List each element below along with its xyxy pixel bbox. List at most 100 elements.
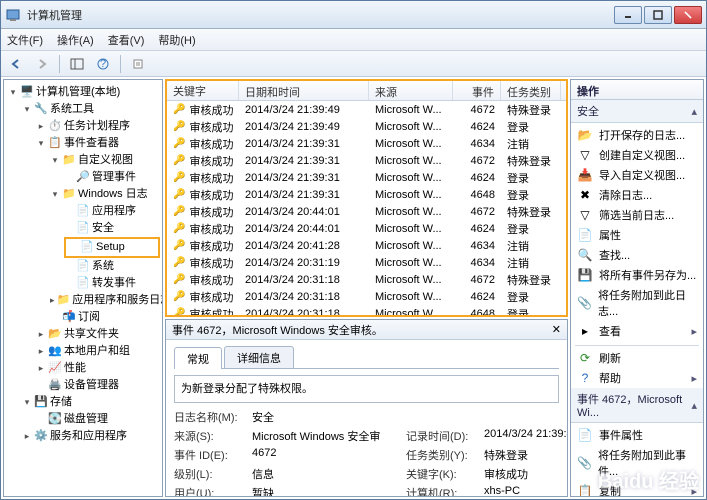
col-keyword[interactable]: 关键字 [167, 81, 239, 100]
tree-scheduler[interactable]: ▸⏱️任务计划程序 [36, 118, 160, 135]
tree-devmgr[interactable]: 🖨️设备管理器 [36, 377, 160, 394]
maximize-button[interactable] [644, 6, 672, 24]
key-icon: 🔑 [173, 189, 185, 200]
action-help[interactable]: ?帮助▸ [571, 368, 703, 388]
refresh-icon: ⟳ [577, 350, 593, 366]
menu-view[interactable]: 查看(V) [108, 32, 145, 48]
menu-file[interactable]: 文件(F) [7, 32, 43, 48]
action-icon: ▽ [577, 147, 593, 163]
tree-services[interactable]: ▸⚙️服务和应用程序 [22, 428, 160, 445]
detail-tabs: 常规 详细信息 [174, 346, 559, 369]
table-row[interactable]: 🔑审核成功2014/3/24 20:44:01Microsoft W...462… [167, 220, 566, 237]
menu-help[interactable]: 帮助(H) [158, 32, 195, 48]
action-item[interactable]: 📎将任务附加到此日志... [571, 285, 703, 321]
table-row[interactable]: 🔑审核成功2014/3/24 20:31:18Microsoft W...464… [167, 305, 566, 315]
action-item[interactable]: ▸查看▸ [571, 321, 703, 341]
table-row[interactable]: 🔑审核成功2014/3/24 21:39:31Microsoft W...462… [167, 169, 566, 186]
table-row[interactable]: 🔑审核成功2014/3/24 21:39:49Microsoft W...467… [167, 101, 566, 118]
show-hide-button[interactable] [66, 54, 88, 74]
event-list: 关键字 日期和时间 来源 事件 ID 任务类别 🔑审核成功2014/3/24 2… [165, 79, 568, 317]
minimize-button[interactable] [614, 6, 642, 24]
key-icon: 🔑 [173, 138, 185, 149]
center-panel: 关键字 日期和时间 来源 事件 ID 任务类别 🔑审核成功2014/3/24 2… [165, 79, 568, 497]
table-row[interactable]: 🔑审核成功2014/3/24 20:31:19Microsoft W...463… [167, 254, 566, 271]
action-item[interactable]: ▽筛选当前日志... [571, 205, 703, 225]
tree-root[interactable]: ▾🖥️计算机管理(本地) [8, 84, 160, 101]
action-item[interactable]: 💾将所有事件另存为... [571, 265, 703, 285]
action-icon: 💾 [577, 267, 593, 283]
action-group-event[interactable]: 事件 4672，Microsoft Wi...▴ [571, 388, 703, 423]
tree-subscriptions[interactable]: 📬订阅 [50, 309, 160, 326]
key-icon: 🔑 [173, 257, 185, 268]
table-row[interactable]: 🔑审核成功2014/3/24 20:44:01Microsoft W...467… [167, 203, 566, 220]
action-item[interactable]: 📄属性 [571, 225, 703, 245]
nav-fwd-button[interactable] [31, 54, 53, 74]
col-taskcat[interactable]: 任务类别 [501, 81, 561, 100]
col-source[interactable]: 来源 [369, 81, 453, 100]
properties-button[interactable] [127, 54, 149, 74]
action-refresh[interactable]: ⟳刷新 [571, 348, 703, 368]
tree-log-forwarded[interactable]: 📄转发事件 [64, 275, 160, 292]
detail-title: 事件 4672，Microsoft Windows 安全审核。 [172, 322, 383, 338]
action-icon: 📥 [577, 167, 593, 183]
tree-systools[interactable]: ▾🔧系统工具 [22, 101, 160, 118]
table-row[interactable]: 🔑审核成功2014/3/24 20:31:18Microsoft W...467… [167, 271, 566, 288]
list-body[interactable]: 🔑审核成功2014/3/24 21:39:49Microsoft W...467… [167, 101, 566, 315]
action-icon: ▸ [577, 323, 593, 339]
action-item[interactable]: 📎将任务附加到此事件... [571, 445, 703, 481]
tree-log-app[interactable]: 📄应用程序 [64, 203, 160, 220]
action-icon: 📄 [577, 427, 593, 443]
key-icon: 🔑 [173, 223, 185, 234]
close-button[interactable] [674, 6, 702, 24]
tree-log-system[interactable]: 📄系统 [64, 258, 160, 275]
app-icon [5, 7, 21, 23]
table-row[interactable]: 🔑审核成功2014/3/24 21:39:31Microsoft W...463… [167, 135, 566, 152]
action-item[interactable]: 📄事件属性 [571, 425, 703, 445]
tree-adminevents[interactable]: 🔎管理事件 [64, 169, 160, 186]
tree-customviews[interactable]: ▾📁自定义视图 [50, 152, 160, 169]
toolbar: ? [1, 51, 706, 77]
action-item[interactable]: 🔍查找... [571, 245, 703, 265]
tree-log-setup[interactable]: 📄Setup [64, 237, 160, 258]
list-header[interactable]: 关键字 日期和时间 来源 事件 ID 任务类别 [167, 81, 566, 101]
menu-action[interactable]: 操作(A) [57, 32, 94, 48]
action-group-security[interactable]: 安全▴ [571, 100, 703, 123]
table-row[interactable]: 🔑审核成功2014/3/24 21:39:49Microsoft W...462… [167, 118, 566, 135]
key-icon: 🔑 [173, 155, 185, 166]
action-item[interactable]: ▽创建自定义视图... [571, 145, 703, 165]
table-row[interactable]: 🔑审核成功2014/3/24 20:41:28Microsoft W...463… [167, 237, 566, 254]
col-eventid[interactable]: 事件 ID [453, 81, 501, 100]
tree-appsvc-logs[interactable]: ▸📁应用程序和服务日志 [50, 292, 160, 309]
help-button[interactable]: ? [92, 54, 114, 74]
tree-shared[interactable]: ▸📂共享文件夹 [36, 326, 160, 343]
tree-winlogs[interactable]: ▾📁Windows 日志 [50, 186, 160, 203]
nav-back-button[interactable] [5, 54, 27, 74]
action-item[interactable]: ✖清除日志... [571, 185, 703, 205]
col-datetime[interactable]: 日期和时间 [239, 81, 369, 100]
tab-details[interactable]: 详细信息 [224, 346, 294, 368]
action-item[interactable]: 📥导入自定义视图... [571, 165, 703, 185]
titlebar[interactable]: 计算机管理 [1, 1, 706, 29]
tree-storage[interactable]: ▾💾存储 [22, 394, 160, 411]
tree-panel: ▾🖥️计算机管理(本地) ▾🔧系统工具 ▸⏱️任务计划程序 ▾📋事件查看器 ▾📁… [3, 79, 163, 497]
tree-log-security[interactable]: 📄安全 [64, 220, 160, 237]
tab-general[interactable]: 常规 [174, 347, 222, 369]
tree-diskmgmt[interactable]: 💽磁盘管理 [36, 411, 160, 428]
action-item[interactable]: 📂打开保存的日志... [571, 125, 703, 145]
action-item[interactable]: 📋复制▸ [571, 481, 703, 496]
table-row[interactable]: 🔑审核成功2014/3/24 20:31:18Microsoft W...462… [167, 288, 566, 305]
detail-close-icon[interactable]: ✕ [552, 323, 561, 336]
action-icon: 📎 [577, 295, 592, 311]
tree-perf[interactable]: ▸📈性能 [36, 360, 160, 377]
svg-text:?: ? [100, 58, 106, 70]
table-row[interactable]: 🔑审核成功2014/3/24 21:39:31Microsoft W...467… [167, 152, 566, 169]
key-icon: 🔑 [173, 206, 185, 217]
key-icon: 🔑 [173, 121, 185, 132]
nav-tree[interactable]: ▾🖥️计算机管理(本地) ▾🔧系统工具 ▸⏱️任务计划程序 ▾📋事件查看器 ▾📁… [4, 80, 162, 496]
detail-pane: 事件 4672，Microsoft Windows 安全审核。 ✕ 常规 详细信… [165, 319, 568, 497]
tree-eventviewer[interactable]: ▾📋事件查看器 [36, 135, 160, 152]
tree-localusers[interactable]: ▸👥本地用户和组 [36, 343, 160, 360]
table-row[interactable]: 🔑审核成功2014/3/24 21:39:31Microsoft W...464… [167, 186, 566, 203]
event-description[interactable]: 为新登录分配了特殊权限。 [174, 375, 559, 403]
key-icon: 🔑 [173, 291, 185, 302]
